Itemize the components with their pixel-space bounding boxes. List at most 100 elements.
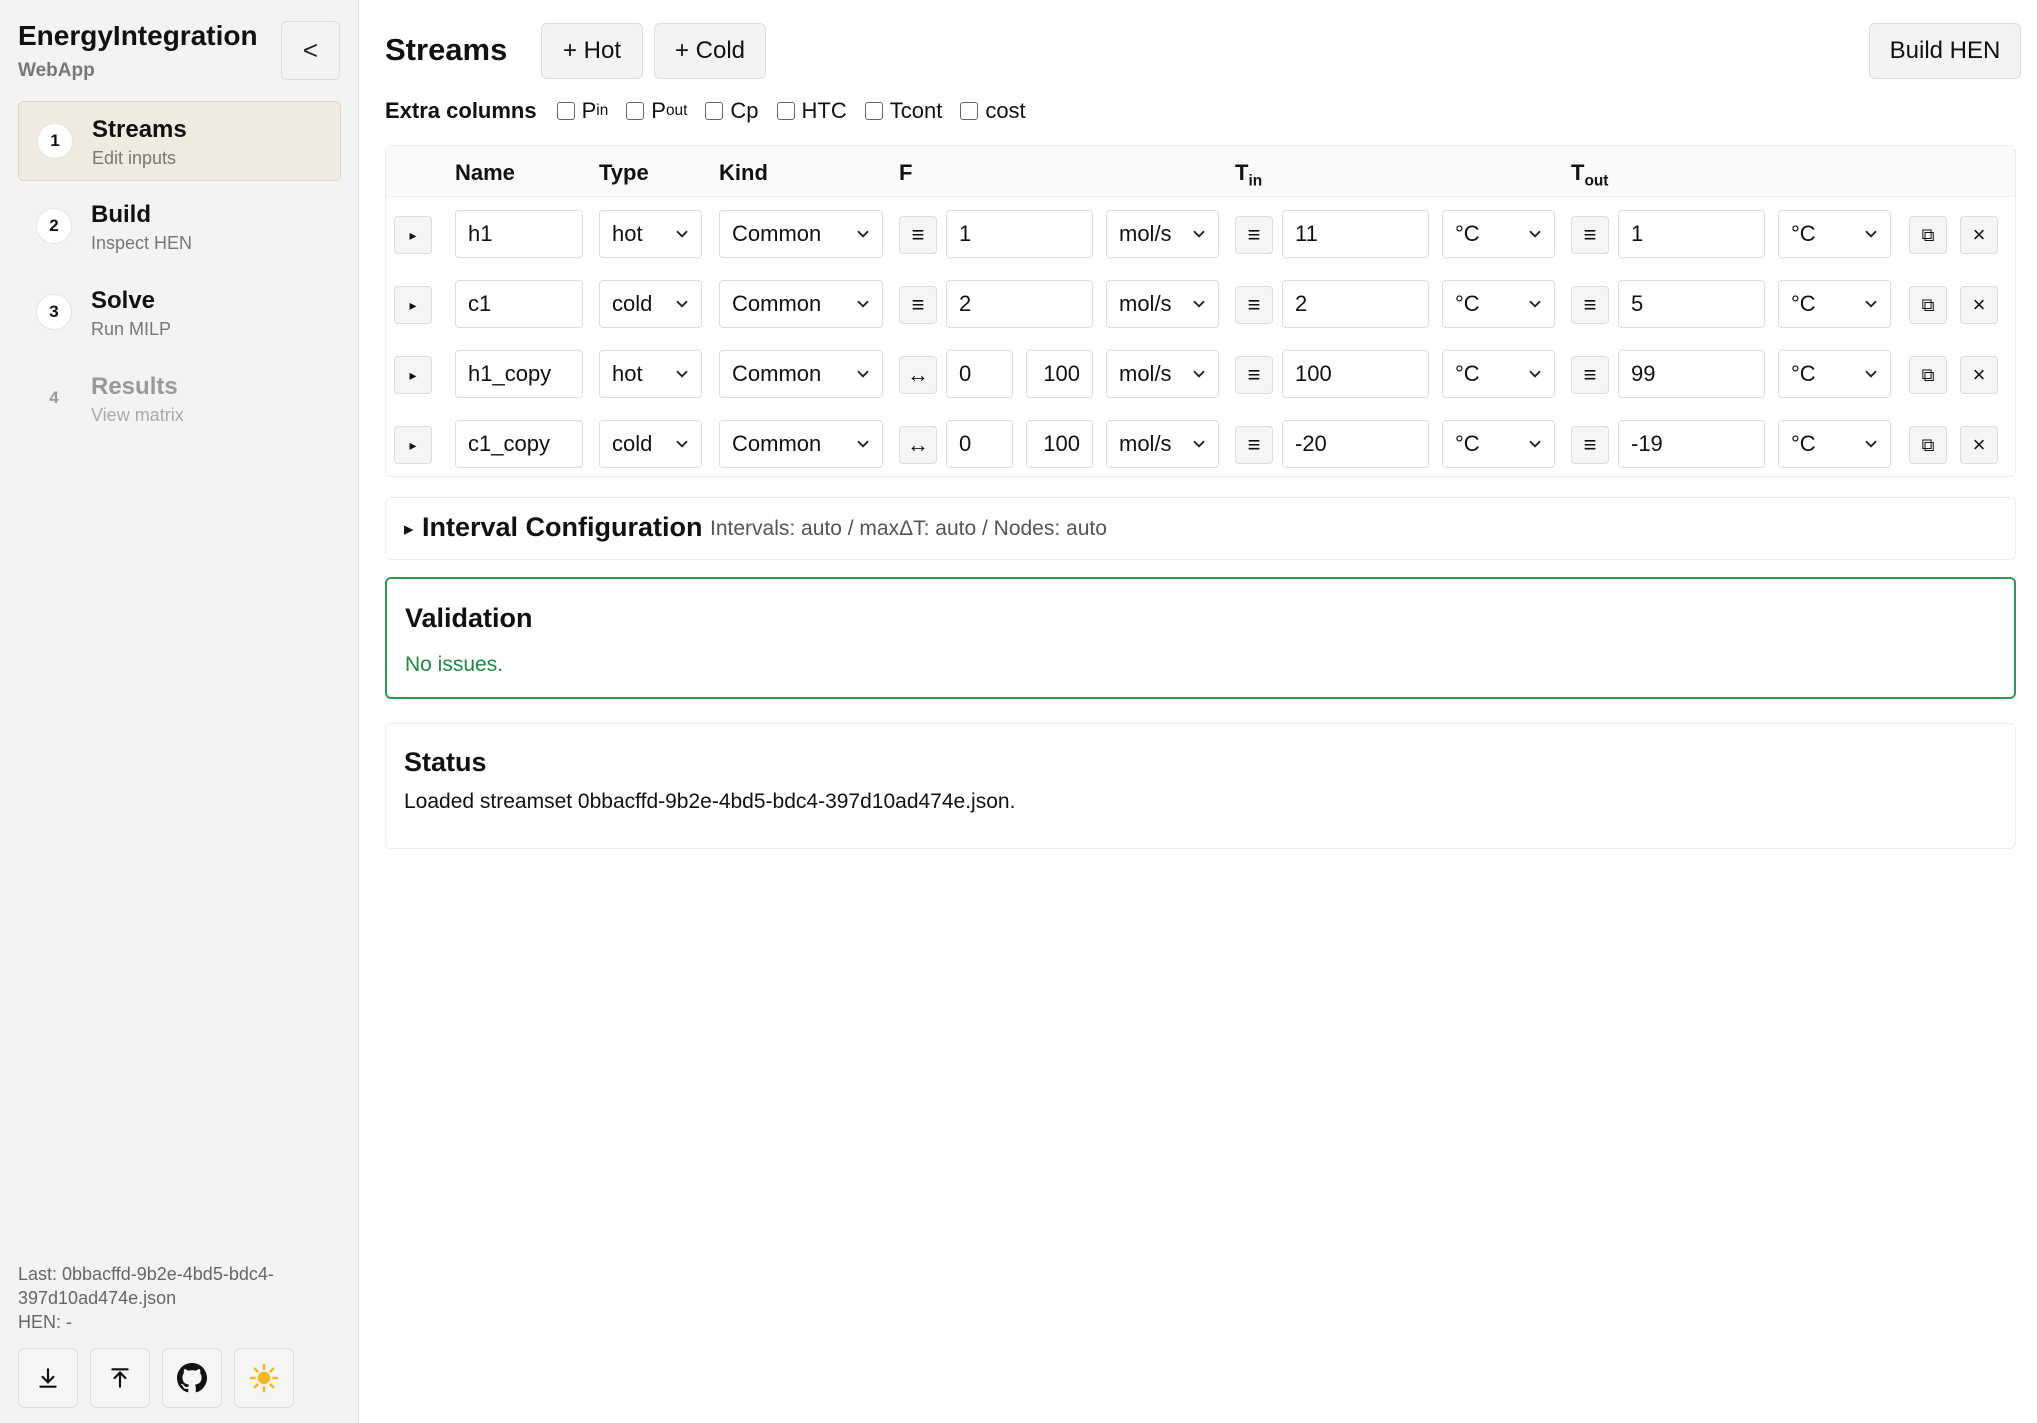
extra-column-tcont[interactable]: Tcont — [864, 98, 942, 124]
stream-type-select[interactable]: cold — [599, 420, 702, 468]
stream-kind-select[interactable]: Common — [719, 210, 883, 258]
checkbox[interactable] — [556, 102, 575, 120]
flow-value-input[interactable]: 2 — [946, 280, 1093, 328]
extra-column-cp[interactable]: Cp — [705, 98, 759, 124]
tin-mode-toggle[interactable]: ≡ — [1235, 286, 1273, 324]
stream-kind-select[interactable]: Common — [719, 280, 883, 328]
flow-max-input[interactable]: 100 — [1026, 350, 1093, 398]
flow-mode-toggle[interactable]: ≡ — [899, 286, 937, 324]
flow-unit-select[interactable]: mol/s — [1106, 280, 1219, 328]
checkbox-label-sub: out — [665, 102, 688, 119]
chevron-down-icon — [857, 370, 869, 378]
checkbox[interactable] — [864, 102, 883, 120]
extra-column-pin[interactable]: Pin — [556, 98, 608, 124]
checkbox[interactable] — [705, 102, 724, 120]
flow-mode-toggle[interactable]: ↔ — [899, 426, 937, 464]
flow-mode-toggle[interactable]: ↔ — [899, 356, 937, 394]
flow-unit-select[interactable]: mol/s — [1106, 210, 1219, 258]
nav-item-title: Streams — [92, 116, 187, 143]
duplicate-stream-button[interactable]: ⧉ — [1909, 286, 1947, 324]
flow-mode-toggle[interactable]: ≡ — [899, 216, 937, 254]
expand-row-button[interactable]: ▸ — [394, 216, 432, 254]
theme-toggle-button[interactable] — [234, 1348, 294, 1408]
collapse-sidebar-button[interactable]: < — [281, 21, 340, 80]
stream-name-input[interactable]: h1 — [455, 210, 583, 258]
upload-button[interactable] — [90, 1348, 150, 1408]
nav-item-subtitle: View matrix — [91, 405, 184, 425]
chevron-down-icon — [1865, 440, 1877, 448]
nav-item-solve[interactable]: 3 Solve Run MILP — [18, 273, 341, 353]
flow-unit-select[interactable]: mol/s — [1106, 350, 1219, 398]
build-hen-button[interactable]: Build HEN — [1869, 23, 2021, 79]
tout-unit-select[interactable]: °C — [1778, 280, 1891, 328]
stream-kind-select[interactable]: Common — [719, 350, 883, 398]
stream-type-select[interactable]: cold — [599, 280, 702, 328]
extra-column-htc[interactable]: HTC — [776, 98, 847, 124]
remove-stream-button[interactable]: × — [1960, 286, 1998, 324]
stream-name-input[interactable]: c1_copy — [455, 420, 583, 468]
extra-column-cost[interactable]: cost — [960, 98, 1026, 124]
flow-min-input[interactable]: 0 — [946, 420, 1013, 468]
remove-stream-button[interactable]: × — [1960, 426, 1998, 464]
tout-unit-select[interactable]: °C — [1778, 350, 1891, 398]
interval-summary: Intervals: auto / maxΔT: auto / Nodes: a… — [710, 517, 1107, 540]
interval-configuration-panel[interactable]: ▸ Interval Configuration Intervals: auto… — [385, 497, 2016, 560]
add-hot-stream-button[interactable]: + Hot — [541, 23, 643, 79]
tout-value-input[interactable]: -19 — [1618, 420, 1765, 468]
tout-mode-toggle[interactable]: ≡ — [1571, 286, 1609, 324]
duplicate-stream-button[interactable]: ⧉ — [1909, 426, 1947, 464]
extra-column-pout[interactable]: Pout — [626, 98, 687, 124]
header-sub: in — [1248, 172, 1263, 190]
tin-value-input[interactable]: 2 — [1282, 280, 1429, 328]
stream-name-input[interactable]: h1_copy — [455, 350, 583, 398]
checkbox[interactable] — [626, 102, 645, 120]
tout-mode-toggle[interactable]: ≡ — [1571, 216, 1609, 254]
stream-type-select[interactable]: hot — [599, 350, 702, 398]
tout-value-input[interactable]: 5 — [1618, 280, 1765, 328]
expand-row-button[interactable]: ▸ — [394, 426, 432, 464]
status-title: Status — [404, 747, 487, 777]
step-number: 3 — [36, 294, 72, 330]
download-button[interactable] — [18, 1348, 78, 1408]
expand-row-button[interactable]: ▸ — [394, 286, 432, 324]
tin-mode-toggle[interactable]: ≡ — [1235, 356, 1273, 394]
tin-unit-select[interactable]: °C — [1442, 350, 1555, 398]
tin-mode-toggle[interactable]: ≡ — [1235, 216, 1273, 254]
tin-value-input[interactable]: -20 — [1282, 420, 1429, 468]
tin-mode-toggle[interactable]: ≡ — [1235, 426, 1273, 464]
checkbox-label: cost — [985, 98, 1026, 123]
remove-stream-button[interactable]: × — [1960, 356, 1998, 394]
tin-unit-select[interactable]: °C — [1442, 420, 1555, 468]
table-row: ▸ c1_copy cold Common ↔ 0 100 mol/s ≡ -20 °C ≡ -19 °C… — [386, 408, 2015, 478]
tout-unit-select[interactable]: °C — [1778, 420, 1891, 468]
remove-stream-button[interactable]: × — [1960, 216, 1998, 254]
chevron-down-icon — [676, 440, 688, 448]
expand-row-button[interactable]: ▸ — [394, 356, 432, 394]
stream-name-input[interactable]: c1 — [455, 280, 583, 328]
duplicate-stream-button[interactable]: ⧉ — [1909, 356, 1947, 394]
flow-min-input[interactable]: 0 — [946, 350, 1013, 398]
sun-icon — [249, 1363, 279, 1393]
tin-value-input[interactable]: 11 — [1282, 210, 1429, 258]
github-button[interactable] — [162, 1348, 222, 1408]
tout-mode-toggle[interactable]: ≡ — [1571, 426, 1609, 464]
flow-unit-select[interactable]: mol/s — [1106, 420, 1219, 468]
nav-item-streams[interactable]: 1 Streams Edit inputs — [18, 101, 341, 181]
tin-unit-select[interactable]: °C — [1442, 210, 1555, 258]
stream-kind-select[interactable]: Common — [719, 420, 883, 468]
checkbox[interactable] — [960, 102, 979, 120]
nav-item-title: Solve — [91, 287, 156, 314]
add-cold-stream-button[interactable]: + Cold — [654, 23, 766, 79]
tin-value-input[interactable]: 100 — [1282, 350, 1429, 398]
tout-value-input[interactable]: 99 — [1618, 350, 1765, 398]
nav-item-build[interactable]: 2 Build Inspect HEN — [18, 187, 341, 267]
tout-unit-select[interactable]: °C — [1778, 210, 1891, 258]
tout-value-input[interactable]: 1 — [1618, 210, 1765, 258]
duplicate-stream-button[interactable]: ⧉ — [1909, 216, 1947, 254]
tin-unit-select[interactable]: °C — [1442, 280, 1555, 328]
tout-mode-toggle[interactable]: ≡ — [1571, 356, 1609, 394]
checkbox[interactable] — [776, 102, 795, 120]
flow-max-input[interactable]: 100 — [1026, 420, 1093, 468]
flow-value-input[interactable]: 1 — [946, 210, 1093, 258]
stream-type-select[interactable]: hot — [599, 210, 702, 258]
